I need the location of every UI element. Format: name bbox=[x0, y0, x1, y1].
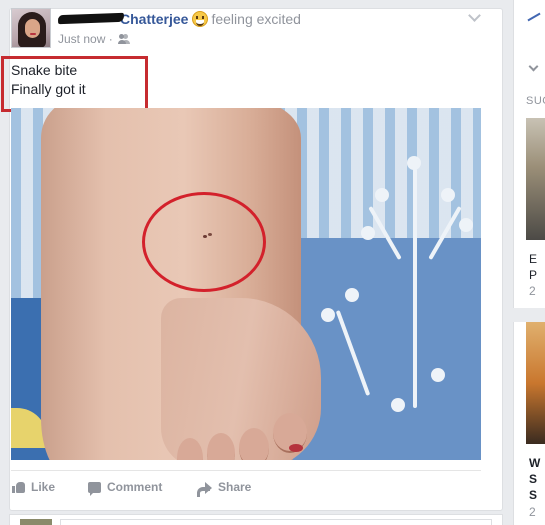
suggested-text[interactable]: P bbox=[529, 268, 537, 282]
suggested-text[interactable]: E bbox=[529, 252, 537, 266]
suggested-label: SUG bbox=[526, 95, 545, 107]
post-meta: Just now · bbox=[58, 32, 130, 46]
post-photo[interactable] bbox=[11, 108, 481, 460]
comment-icon bbox=[88, 482, 101, 496]
next-comment-input[interactable] bbox=[60, 519, 492, 525]
like-button[interactable]: Like bbox=[12, 480, 55, 494]
divider bbox=[11, 470, 481, 471]
redaction-mark bbox=[57, 12, 125, 25]
sidebar-gap bbox=[513, 308, 545, 322]
red-circle-annotation bbox=[142, 192, 266, 292]
suggested-text: 2 bbox=[529, 505, 536, 519]
suggested-text: 2 bbox=[529, 284, 536, 298]
suggested-text[interactable]: S bbox=[529, 472, 537, 486]
author-avatar[interactable] bbox=[11, 8, 51, 48]
author-name[interactable]: Chatterjee bbox=[120, 11, 188, 27]
comment-button[interactable]: Comment bbox=[88, 480, 163, 496]
suggested-text[interactable]: W bbox=[529, 456, 540, 470]
like-icon bbox=[12, 481, 25, 493]
post-header: Chatterjee feeling excited bbox=[57, 11, 301, 27]
suggested-text[interactable]: S bbox=[529, 488, 537, 502]
suggested-thumbnail[interactable] bbox=[526, 118, 545, 240]
comment-label: Comment bbox=[107, 480, 163, 494]
share-button[interactable]: Share bbox=[197, 480, 252, 497]
feeling-text[interactable]: feeling excited bbox=[211, 11, 301, 27]
timestamp[interactable]: Just now bbox=[58, 32, 105, 46]
red-annotation-box bbox=[1, 56, 148, 112]
friends-icon[interactable] bbox=[118, 34, 130, 44]
suggested-thumbnail[interactable] bbox=[526, 322, 545, 444]
trending-icon[interactable] bbox=[527, 12, 541, 22]
excited-emoji-icon bbox=[192, 11, 209, 27]
share-icon bbox=[197, 482, 212, 497]
share-label: Share bbox=[218, 480, 252, 494]
like-label: Like bbox=[31, 480, 56, 494]
next-avatar bbox=[20, 519, 52, 525]
